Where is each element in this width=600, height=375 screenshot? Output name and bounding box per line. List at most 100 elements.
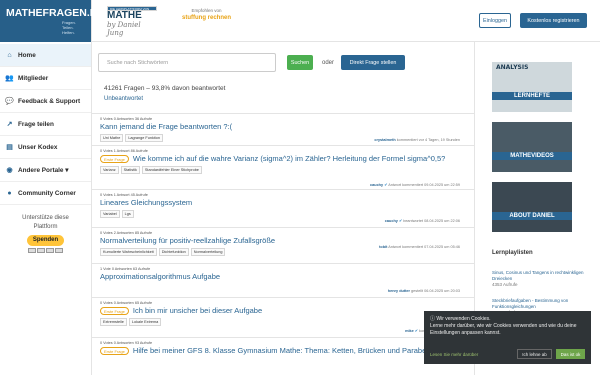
brand-logo[interactable]: DIE LERNPLATTFORM VON MATHE by Daniel Ju… [107,6,157,37]
support-section: Unterstütze diese Plattform Spenden [0,214,91,253]
cookie-more-link[interactable]: Lesen Sie mehr darüber [430,351,478,358]
users-icon: 👥 [5,75,14,82]
question-tags: Extremstelle Lokale Extrema [100,318,466,326]
login-button[interactable]: Einloggen [479,13,511,28]
chat-icon: 💬 [5,98,14,105]
question-footer: tobit Antwort kommentiert 07.04.2025 um … [379,245,460,249]
question-item[interactable]: 0 Votes 1 Antwort 86 Aufrufe Erste Frage… [92,145,474,189]
unanswered-link[interactable]: Unbeantwortet [104,96,143,102]
question-title-text[interactable]: Normalverteilung für positiv-reellzahlig… [100,236,275,245]
tag[interactable]: Lgs [121,210,134,218]
question-activity: Antwort kommentiert 09.04.2025 um 22:59 [388,183,460,187]
search-input[interactable]: Suche nach Stichwörtern [98,53,276,72]
sidebar-item-home[interactable]: ⌂ Home [0,44,91,67]
question-title[interactable]: Erste Frage Hilfe bei meiner GFS 8. Klass… [100,346,466,355]
or-label: oder [322,59,335,66]
sidebar-item-share[interactable]: ↗ Frage teilen [0,113,91,136]
promo-about-daniel[interactable]: ABOUT DANIEL [492,182,572,232]
tag[interactable]: Dichtefunktion [158,248,189,256]
sidebar-item-members[interactable]: 👥 Mitglieder [0,67,91,90]
playlist-item[interactable]: Sinus, Cosinus und Tangens in rechtwinkl… [492,270,592,288]
payment-cards [0,248,91,253]
sidebar-item-label: Mitglieder [18,74,49,82]
cookie-reject-button[interactable]: Ich lehne ab [517,349,552,359]
home-icon: ⌂ [7,51,12,59]
question-activity: gestellt 06.04.2025 um 20:03 [411,289,460,293]
question-user[interactable]: crystalmeth [374,138,395,142]
question-title[interactable]: Erste Frage Wie komme ich auf die wahre V… [100,154,466,163]
question-item[interactable]: 0 Votes 0 Antworten 93 Aufrufe Erste Fra… [92,337,474,367]
globe-icon: ◉ [6,167,13,174]
cookie-accept-button[interactable]: Das ist ok [556,349,585,359]
logo-subtitle: Fragen. Teilen. Helfen. [62,20,76,35]
question-title[interactable]: Lineares Gleichungssystem [100,198,466,207]
question-activity: Antwort kommentiert 07.04.2025 um 05:46 [388,245,460,249]
search-button[interactable]: Suchen [287,55,313,70]
question-item[interactable]: 1 Vote 0 Antworten 63 Aufrufe Approximat… [92,263,474,297]
tag[interactable]: Lagrange Funktion [125,134,163,142]
question-title-text[interactable]: Hilfe bei meiner GFS 8. Klasse Gymnasium… [133,346,432,355]
question-activity: beantwortet 08.04.2025 um 22:06 [403,219,460,223]
register-button[interactable]: Kostenlos registrieren [520,13,587,28]
question-title[interactable]: Erste Frage Ich bin mir unsicher bei dies… [100,306,466,315]
card-icon [37,248,45,253]
verified-icon: ✔ [384,183,388,187]
promo-mathevideos[interactable]: MATHEVIDEOS [492,122,572,172]
tag[interactable]: Extremstelle [100,318,127,326]
recommended-by[interactable]: Empfohlen von stuffung rechnen [182,8,231,21]
first-question-badge: Erste Frage [100,346,129,355]
question-tags: Kumulierte Wahrscheinlichkeit Dichtefunk… [100,248,466,256]
first-question-badge: Erste Frage [100,154,129,163]
tag[interactable]: Statistik [120,166,140,174]
question-user[interactable]: mike [405,329,414,333]
question-item[interactable]: 0 Votes 1 Antwort 45 Aufrufe Lineares Gl… [92,189,474,227]
playlists-title: Lernplaylisten [492,250,533,256]
promo-lernhefte[interactable]: ANALYSIS LERNHEFTE [492,62,572,112]
tag[interactable]: Variabel [100,210,120,218]
question-user[interactable]: cauchy [385,219,398,223]
question-list: 0 Votes 0 Antworten 36 Aufrufe Kann jema… [92,113,474,367]
sidebar-item-feedback[interactable]: 💬 Feedback & Support [0,90,91,113]
question-title-text[interactable]: Approximationsalgorithmus Aufgabe [100,272,220,281]
question-title[interactable]: Kann jemand die Frage beantworten ?:( [100,122,466,131]
share-icon: ↗ [6,121,13,128]
question-user[interactable]: henry dutter [388,289,410,293]
cookie-actions: Lesen Sie mehr darüber Ich lehne ab Das … [430,349,585,359]
question-user[interactable]: cauchy [370,183,383,187]
question-item[interactable]: 0 Votes 0 Antworten 65 Aufrufe Erste Fra… [92,297,474,337]
book-icon: ▤ [6,144,13,151]
verified-icon: ✔ [414,329,418,333]
tag[interactable]: Standardfehler Einer Stichprobe [141,166,202,174]
sidebar-item-community[interactable]: ● Community Corner [0,182,91,205]
tag[interactable]: Varianz [100,166,119,174]
question-title-text[interactable]: Wie komme ich auf die wahre Varianz (sig… [133,154,445,163]
sidebar-item-codex[interactable]: ▤ Unser Kodex [0,136,91,159]
top-bar: DIE LERNPLATTFORM VON MATHE by Daniel Ju… [92,0,600,42]
question-title[interactable]: Normalverteilung für positiv-reellzahlig… [100,236,466,245]
tag[interactable]: Lokale Extrema [128,318,162,326]
question-title-text[interactable]: Lineares Gleichungssystem [100,198,192,207]
promo-label: MATHEVIDEOS [492,152,572,160]
promo-label: ABOUT DANIEL [492,212,572,220]
recommended-brand: stuffung rechnen [182,15,231,21]
question-title-text[interactable]: Kann jemand die Frage beantworten ?:( [100,122,232,131]
playlist-title[interactable]: Sinus, Cosinus und Tangens in rechtwinkl… [492,270,592,282]
card-icon [28,248,36,253]
tag[interactable]: Normalverteilung [190,248,226,256]
tag[interactable]: Uni Mathe [100,134,124,142]
question-item[interactable]: 0 Votes 0 Antworten 36 Aufrufe Kann jema… [92,113,474,145]
cookie-title: ⓘ Wir verwenden Cookies. [430,316,491,322]
question-item[interactable]: 0 Votes 2 Antworten 85 Aufrufe Normalver… [92,227,474,263]
ask-question-button[interactable]: Direkt Frage stellen [341,55,406,70]
donate-button[interactable]: Spenden [26,235,65,246]
tag[interactable]: Kumulierte Wahrscheinlichkeit [100,248,157,256]
sidebar-item-label: Andere Portale ▾ [18,167,69,174]
brand-name: MATHE [107,10,142,21]
logo[interactable]: MATHEFRAGEN.DE Fragen. Teilen. Helfen. [0,0,104,42]
question-title[interactable]: Approximationsalgorithmus Aufgabe [100,272,466,281]
sidebar-item-portals[interactable]: ◉ Andere Portale ▾ [0,159,91,182]
logo-title: MATHEFRAGEN.DE [6,7,105,19]
playlist-title[interactable]: Steckbriefaufgaben - Bestimmung von Funk… [492,298,592,310]
question-title-text[interactable]: Ich bin mir unsicher bei dieser Aufgabe [133,306,262,315]
question-user[interactable]: tobit [379,245,387,249]
